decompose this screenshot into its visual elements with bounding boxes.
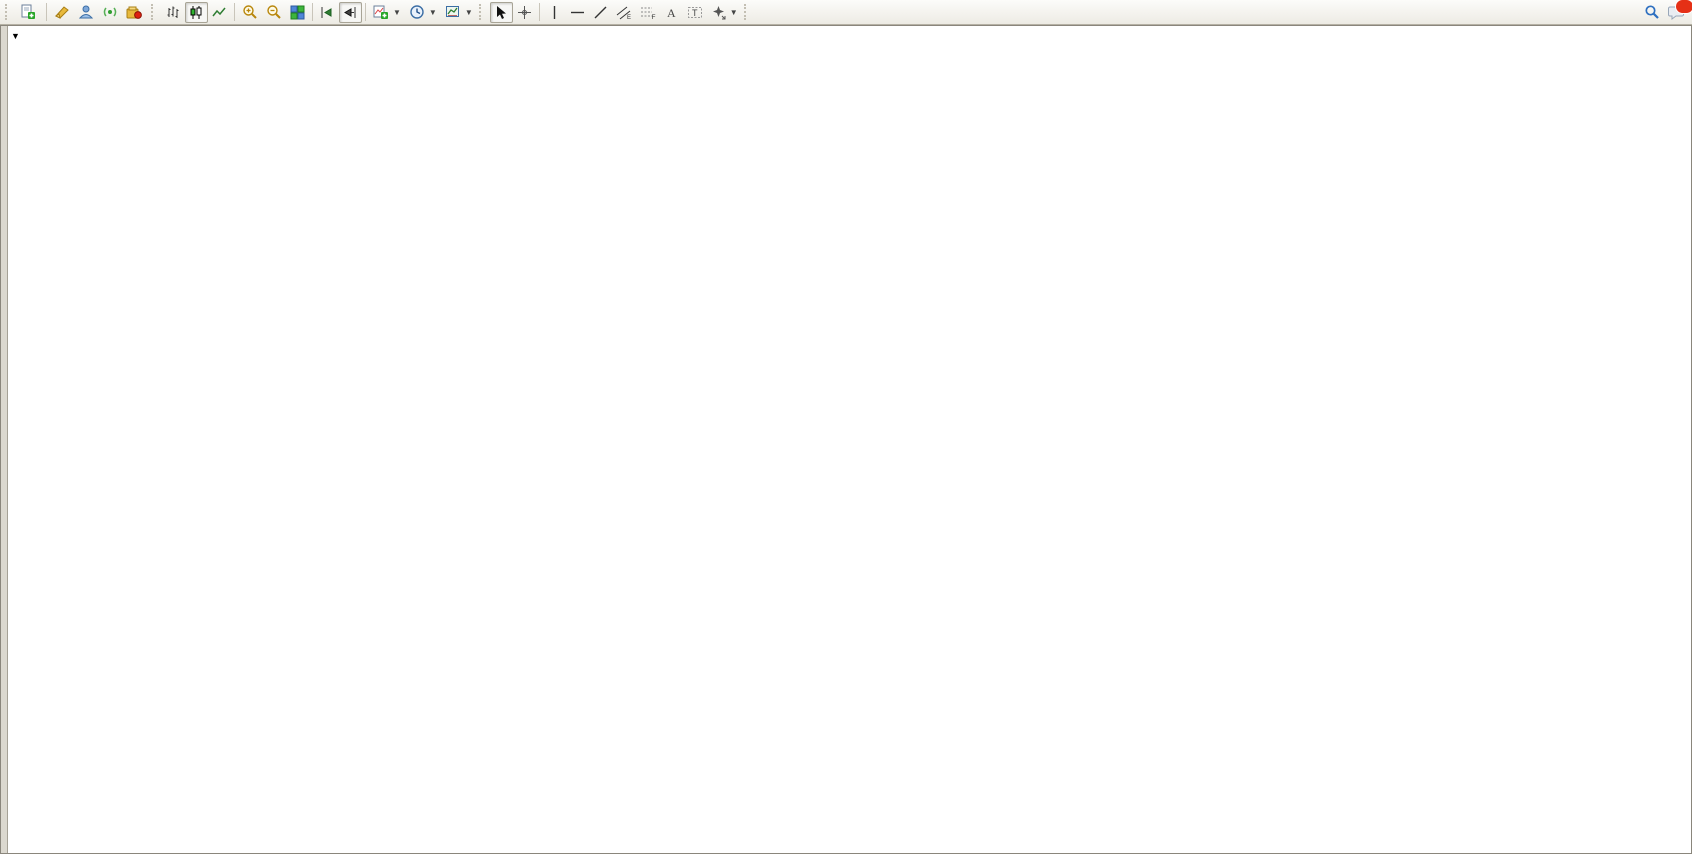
new-order-button[interactable] [16, 2, 43, 23]
terminal-button[interactable] [74, 2, 98, 23]
channel-icon: E [616, 5, 632, 20]
indicators-button[interactable]: ▼ [369, 2, 405, 23]
signals-button[interactable] [98, 2, 122, 23]
chart-shift-button[interactable] [339, 2, 362, 23]
window-left-edge [1, 26, 8, 853]
toolbar-grip[interactable] [479, 4, 486, 20]
chart-window[interactable]: ▼ [0, 25, 1692, 854]
line-chart-icon [212, 5, 227, 20]
indicators-icon [373, 4, 389, 20]
search-button[interactable] [1640, 2, 1664, 23]
equidistant-channel-tool-button[interactable]: E [612, 2, 636, 23]
toolbar-separator [539, 3, 540, 21]
auto-scroll-button[interactable] [316, 2, 339, 23]
vertical-line-icon [548, 5, 561, 20]
zoom-in-button[interactable] [238, 2, 262, 23]
toolbar-separator [234, 3, 235, 21]
text-tool-button[interactable]: A [660, 2, 683, 23]
arrows-tool-button[interactable]: ▼ [707, 2, 742, 23]
autotrading-button[interactable] [122, 2, 149, 23]
toolbar-grip[interactable] [744, 4, 751, 20]
svg-text:E: E [627, 15, 631, 20]
zoom-in-icon [242, 4, 258, 20]
market-watch-button[interactable] [50, 2, 74, 23]
template-icon [445, 4, 461, 20]
periods-button[interactable]: ▼ [405, 2, 441, 23]
svg-text:T: T [692, 8, 698, 18]
autotrading-icon [126, 4, 142, 20]
arrows-icon [711, 5, 726, 20]
clock-icon [409, 4, 425, 20]
fibonacci-icon: F [640, 5, 656, 20]
chart-shift-icon [343, 5, 358, 20]
text-label-icon: T [687, 5, 703, 20]
candlestick-mode-button[interactable] [185, 2, 208, 23]
gold-wedge-icon [54, 4, 70, 20]
toolbar-grip[interactable] [5, 4, 12, 20]
horizontal-line-icon [570, 6, 585, 19]
vertical-line-tool-button[interactable] [543, 2, 566, 23]
dropdown-caret-icon: ▼ [429, 8, 437, 17]
dropdown-caret-icon: ▼ [730, 8, 738, 17]
zoom-out-button[interactable] [262, 2, 286, 23]
notification-badge [1675, 0, 1692, 14]
zoom-out-icon [266, 4, 282, 20]
fibonacci-tool-button[interactable]: F [636, 2, 660, 23]
toolbar-separator [365, 3, 366, 21]
tile-windows-button[interactable] [286, 2, 309, 23]
crosshair-icon [517, 5, 532, 20]
line-chart-mode-button[interactable] [208, 2, 231, 23]
new-order-icon [20, 4, 36, 20]
cursor-tool-button[interactable] [490, 2, 513, 23]
templates-button[interactable]: ▼ [441, 2, 477, 23]
auto-scroll-icon [320, 5, 335, 20]
candlestick-icon [189, 5, 204, 20]
trendline-icon [593, 5, 608, 20]
symbol-dropdown-icon[interactable]: ▼ [11, 31, 20, 41]
svg-text:A: A [667, 6, 676, 20]
bar-chart-icon [166, 5, 181, 20]
text-icon: A [664, 5, 678, 20]
main-toolbar: ▼ ▼ ▼ [0, 0, 1692, 25]
toolbar-separator [46, 3, 47, 21]
dropdown-caret-icon: ▼ [465, 8, 473, 17]
horizontal-line-tool-button[interactable] [566, 2, 589, 23]
signal-icon [102, 4, 118, 20]
dropdown-caret-icon: ▼ [393, 8, 401, 17]
chart-title: ▼ [11, 31, 32, 41]
search-icon [1644, 4, 1660, 20]
toolbar-separator [312, 3, 313, 21]
notifications-button[interactable] [1664, 2, 1689, 23]
tile-windows-icon [290, 5, 305, 20]
crosshair-tool-button[interactable] [513, 2, 536, 23]
text-label-tool-button[interactable]: T [683, 2, 707, 23]
svg-text:F: F [651, 14, 655, 20]
cursor-icon [494, 5, 508, 20]
chart-canvas[interactable] [1, 26, 1691, 853]
toolbar-grip[interactable] [151, 4, 158, 20]
bar-chart-mode-button[interactable] [162, 2, 185, 23]
terminal-user-icon [78, 4, 94, 20]
trendline-tool-button[interactable] [589, 2, 612, 23]
